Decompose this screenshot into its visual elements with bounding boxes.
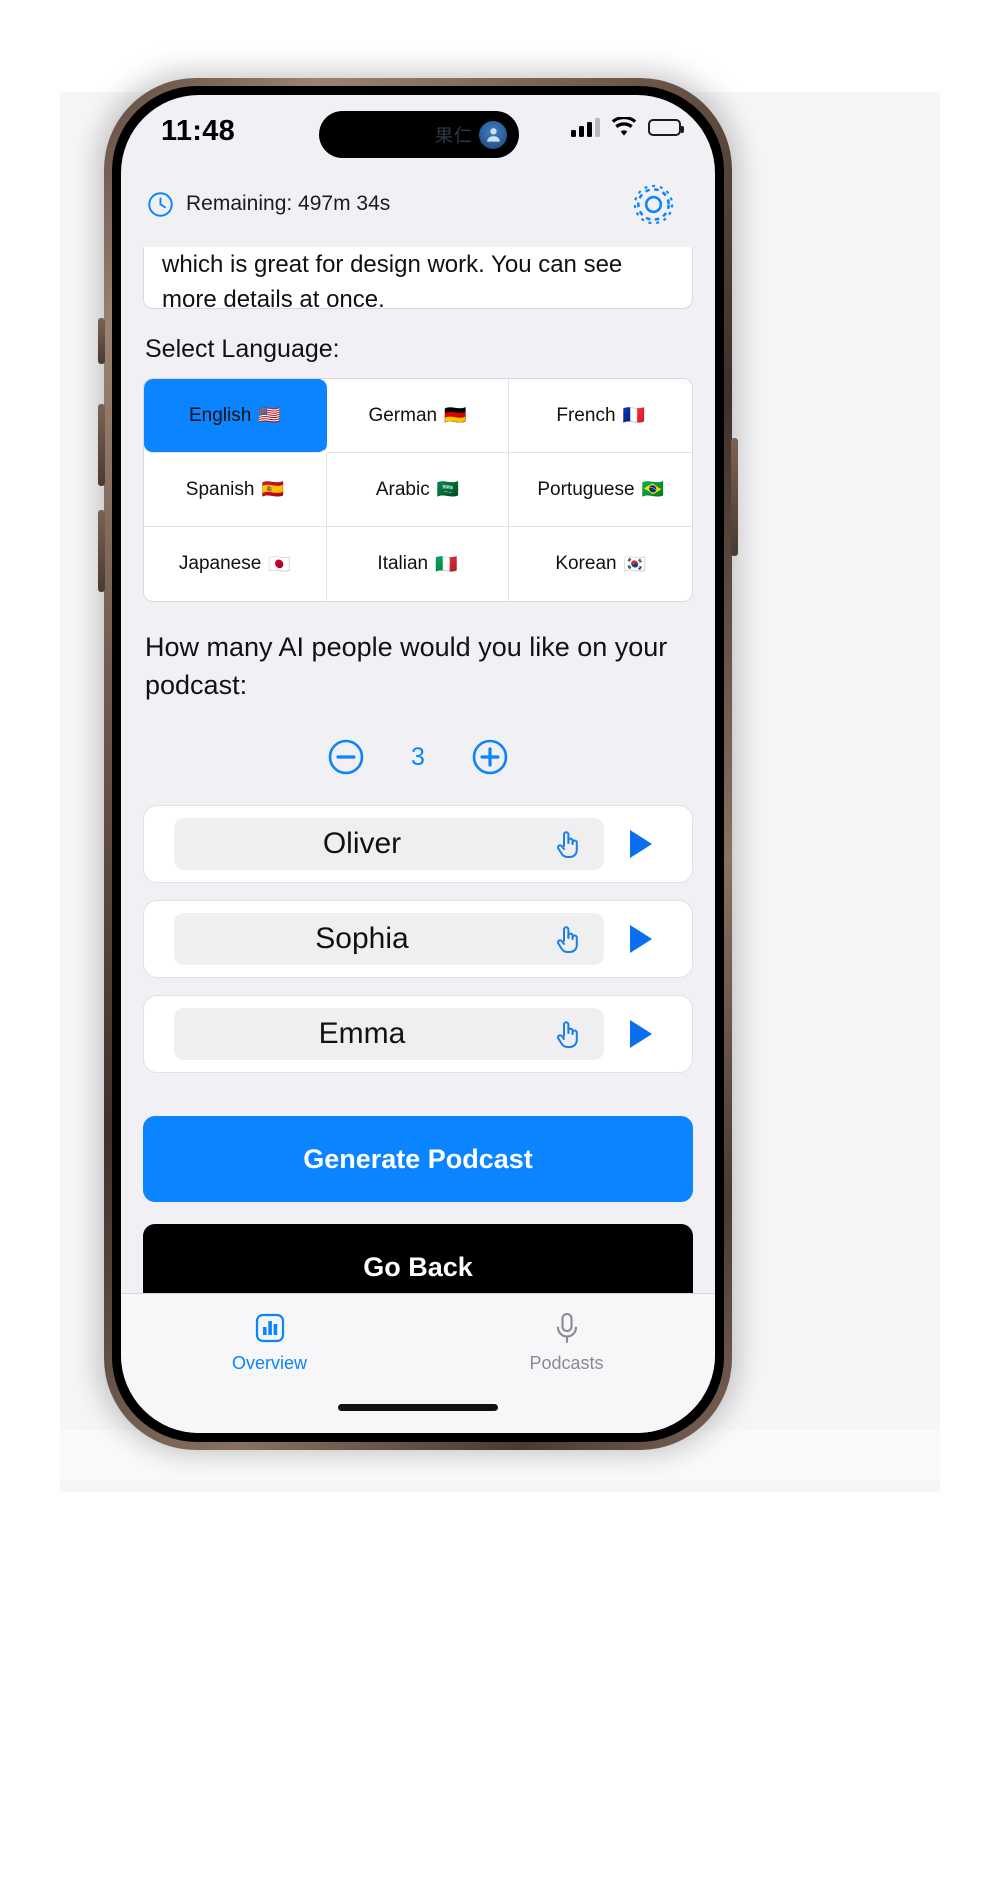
battery-icon <box>648 118 684 136</box>
language-label: German <box>368 404 438 426</box>
status-icons <box>571 117 684 137</box>
remaining-label: Remaining: 497m 34s <box>186 192 391 215</box>
dynamic-island[interactable]: 果仁 <box>319 111 519 158</box>
status-bar: 11:48 果仁 <box>121 95 715 161</box>
language-option-arabic[interactable]: Arabic 🇸🇦 <box>326 453 510 527</box>
language-label: French <box>556 404 616 426</box>
language-option-italian[interactable]: Italian 🇮🇹 <box>326 527 510 601</box>
flag-icon-jp: 🇯🇵 <box>268 553 291 574</box>
flag-icon-es: 🇪🇸 <box>261 479 284 499</box>
language-label: Japanese <box>178 553 262 574</box>
language-label: Italian <box>377 553 429 574</box>
voice-name-field[interactable]: Sophia <box>174 913 604 965</box>
clock-icon <box>147 191 174 218</box>
flag-icon-us: 🇺🇸 <box>258 405 281 425</box>
text-preview-box[interactable]: which is great for design work. You can … <box>143 247 693 309</box>
language-option-korean[interactable]: Korean 🇰🇷 <box>509 527 692 601</box>
person-icon <box>479 120 507 149</box>
pointing-hand-icon[interactable] <box>550 1016 586 1052</box>
pointing-hand-icon[interactable] <box>550 921 586 957</box>
voice-name: Sophia <box>315 922 409 955</box>
phone-screen: 11:48 果仁 Remaining: 497m 34s which is gr… <box>121 95 715 1433</box>
volume-up-button[interactable] <box>98 404 105 486</box>
language-label: Portuguese <box>537 478 635 500</box>
gear-icon[interactable] <box>630 181 677 228</box>
text-preview-line-2: more details at once. <box>162 286 385 309</box>
voice-name-field[interactable]: Oliver <box>174 818 604 870</box>
voice-name-field[interactable]: Emma <box>174 1008 604 1060</box>
language-label: Arabic <box>375 478 430 500</box>
status-time: 11:48 <box>161 115 236 147</box>
play-icon[interactable] <box>604 1018 678 1050</box>
generate-podcast-button[interactable]: Generate Podcast <box>143 1116 693 1202</box>
voice-name: Oliver <box>322 827 402 860</box>
voice-name: Emma <box>318 1017 406 1050</box>
ai-people-question: How many AI people would you like on you… <box>145 632 668 700</box>
tab-bar: Overview Podcasts <box>121 1293 715 1433</box>
ai-people-count: 3 <box>411 742 425 771</box>
home-indicator[interactable] <box>338 1404 498 1411</box>
flag-icon-fr: 🇫🇷 <box>622 405 645 425</box>
language-option-portuguese[interactable]: Portuguese 🇧🇷 <box>509 453 692 527</box>
plus-circle-icon[interactable] <box>467 734 513 780</box>
cellular-signal-icon <box>571 117 600 137</box>
text-preview-line-1: which is great for design work. You can … <box>162 251 623 278</box>
language-label: Spanish <box>185 478 255 500</box>
tab-label-podcasts: Podcasts <box>529 1353 604 1373</box>
voice-row-oliver[interactable]: Oliver <box>143 805 693 883</box>
flag-icon-it: 🇮🇹 <box>435 553 458 574</box>
voice-row-emma[interactable]: Emma <box>143 995 693 1073</box>
language-option-english[interactable]: English 🇺🇸 <box>144 379 327 453</box>
select-language-label: Select Language: <box>145 335 340 363</box>
go-back-button[interactable]: Go Back <box>143 1224 693 1293</box>
minus-circle-icon[interactable] <box>323 734 369 780</box>
language-option-french[interactable]: French 🇫🇷 <box>509 379 692 453</box>
language-grid: English 🇺🇸 German 🇩🇪 French 🇫🇷 Spanish 🇪… <box>143 378 693 602</box>
power-button[interactable] <box>731 438 738 556</box>
scroll-content[interactable]: which is great for design work. You can … <box>121 247 715 1293</box>
microphone-icon <box>549 1310 585 1346</box>
app-header: Remaining: 497m 34s <box>121 161 715 247</box>
tab-podcasts[interactable]: Podcasts <box>418 1310 715 1374</box>
flag-icon-sa: 🇸🇦 <box>436 479 460 499</box>
ai-people-stepper: 3 <box>288 726 548 788</box>
language-option-german[interactable]: German 🇩🇪 <box>326 379 510 453</box>
chart-bar-icon <box>252 1310 288 1346</box>
remaining-time-group: Remaining: 497m 34s <box>147 191 390 218</box>
tab-label-overview: Overview <box>231 1353 307 1373</box>
pointing-hand-icon[interactable] <box>550 826 586 862</box>
language-label: Korean <box>555 553 617 574</box>
volume-down-button[interactable] <box>98 510 105 592</box>
flag-icon-de: 🇩🇪 <box>444 405 467 425</box>
language-label: English <box>188 404 252 426</box>
language-option-japanese[interactable]: Japanese 🇯🇵 <box>144 527 327 601</box>
mute-switch[interactable] <box>98 318 105 364</box>
dynamic-island-label: 果仁 <box>435 125 473 146</box>
flag-icon-kr: 🇰🇷 <box>623 553 647 574</box>
language-option-spanish[interactable]: Spanish 🇪🇸 <box>144 453 327 527</box>
wifi-icon <box>611 117 637 137</box>
screenshot-stage: 11:48 果仁 Remaining: 497m 34s which is gr… <box>0 0 1000 1890</box>
play-icon[interactable] <box>604 828 678 860</box>
play-icon[interactable] <box>604 923 678 955</box>
tab-overview[interactable]: Overview <box>121 1310 418 1374</box>
voice-row-sophia[interactable]: Sophia <box>143 900 693 978</box>
flag-icon-br: 🇧🇷 <box>641 479 664 499</box>
